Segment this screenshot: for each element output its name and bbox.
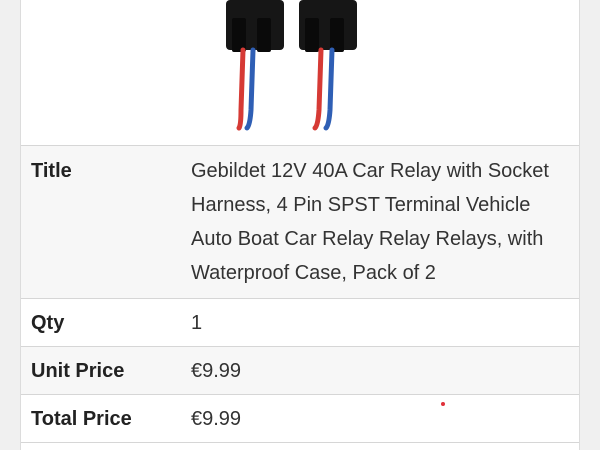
relay-left	[226, 0, 284, 131]
order-details-card: Title Gebildet 12V 40A Car Relay with So…	[20, 0, 580, 450]
table-row-title: Title Gebildet 12V 40A Car Relay with So…	[21, 146, 579, 299]
row-value-unit-price: €9.99	[191, 359, 242, 382]
row-label-title: Title	[31, 160, 72, 182]
row-value-title: Gebildet 12V 40A Car Relay with Socket H…	[191, 160, 549, 284]
row-value-total-price: €9.99	[191, 407, 242, 430]
row-label-unit-price: Unit Price	[31, 359, 125, 382]
table-row-total-price: Total Price €9.99	[21, 394, 579, 443]
table-row-qty: Qty 1	[21, 298, 579, 347]
row-value-qty: 1	[191, 311, 203, 334]
product-image	[21, 0, 579, 146]
relay-right	[299, 0, 357, 131]
row-label-qty: Qty	[31, 311, 65, 334]
marker-dot	[441, 402, 445, 406]
row-label-total-price: Total Price	[31, 407, 132, 430]
order-details-table: Title Gebildet 12V 40A Car Relay with So…	[21, 146, 579, 443]
page: Title Gebildet 12V 40A Car Relay with So…	[0, 0, 600, 450]
table-row-unit-price: Unit Price €9.99	[21, 346, 579, 395]
relay-harness-icon	[226, 0, 357, 131]
